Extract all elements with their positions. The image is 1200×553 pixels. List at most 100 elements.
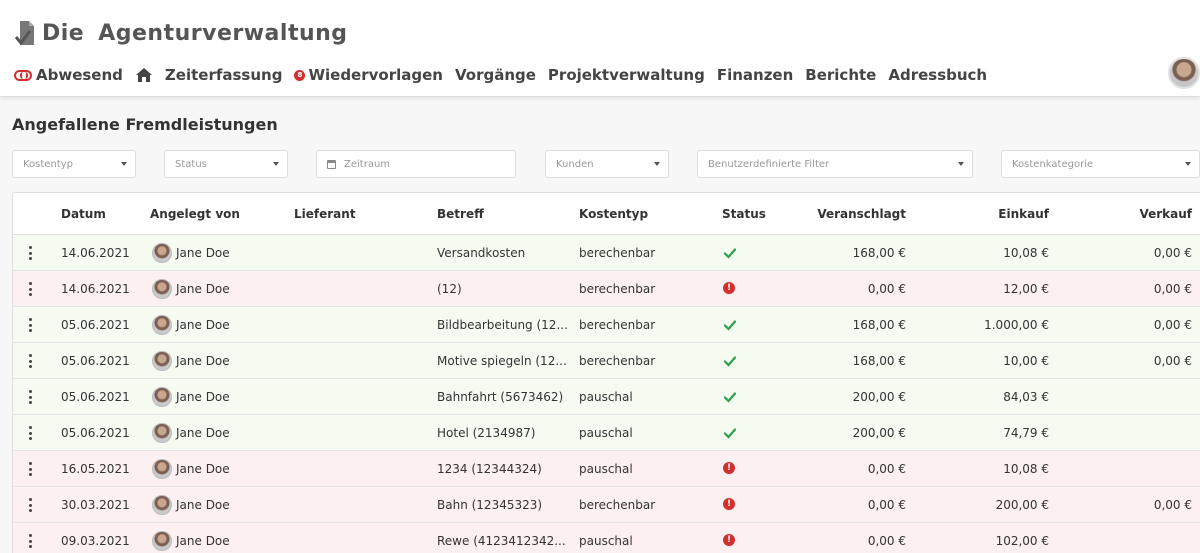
followups-badge: 8 xyxy=(294,69,306,81)
cell-einkauf: 74,79 € xyxy=(1003,426,1049,440)
col-status[interactable]: Status xyxy=(722,207,766,221)
cell-betreff: Rewe (4123412342... xyxy=(437,534,566,548)
col-veranschlagt[interactable]: Veranschlagt xyxy=(806,207,906,221)
nav-absent-label: Abwesend xyxy=(36,66,123,84)
nav-adressbuch-label: Adressbuch xyxy=(888,66,988,84)
user-name: Jane Doe xyxy=(176,498,230,512)
cell-kostentyp: berechenbar xyxy=(579,282,656,296)
vertical-dots-icon[interactable] xyxy=(28,534,32,548)
col-lieferant[interactable]: Lieferant xyxy=(294,207,356,221)
table-header: Datum Angelegt von Lieferant Betreff Kos… xyxy=(13,193,1200,235)
filter-zeitraum[interactable]: Zeitraum xyxy=(316,150,516,178)
home-icon xyxy=(135,68,152,82)
cell-datum: 09.03.2021 xyxy=(61,534,130,548)
nav-finanzen-label: Finanzen xyxy=(716,66,794,84)
cell-datum: 05.06.2021 xyxy=(61,318,130,332)
table-row[interactable]: 30.03.2021 Jane Doe Bahn (12345323) bereche… xyxy=(13,487,1200,523)
filter-kunden[interactable]: Kunden xyxy=(545,150,669,178)
nav-zeiterfassung-label: Zeiterfassung xyxy=(164,66,283,84)
table-row[interactable]: 05.06.2021 Jane Doe Bildbearbeitung (12...… xyxy=(13,307,1200,343)
col-datum[interactable]: Datum xyxy=(61,207,106,221)
app-title: Die Agenturverwaltung xyxy=(42,21,348,46)
col-kostentyp[interactable]: Kostentyp xyxy=(579,207,648,221)
exclamation-circle-icon: ! xyxy=(723,498,735,510)
user-name: Jane Doe xyxy=(176,318,230,332)
cell-kostentyp: berechenbar xyxy=(579,246,656,260)
vertical-dots-icon[interactable] xyxy=(28,498,32,512)
filter-kostenkategorie-label: Kostenkategorie xyxy=(1012,158,1094,170)
cell-einkauf: 84,03 € xyxy=(1003,390,1049,404)
cell-status xyxy=(723,425,737,439)
cell-kostentyp: berechenbar xyxy=(579,318,656,332)
cell-datum: 14.06.2021 xyxy=(61,282,130,296)
avatar xyxy=(152,495,172,515)
nav-home[interactable] xyxy=(135,67,153,83)
vertical-dots-icon[interactable] xyxy=(28,318,32,332)
nav-finanzen[interactable]: Finanzen xyxy=(717,66,793,84)
cell-status xyxy=(723,389,737,403)
cell-status xyxy=(723,245,737,259)
table-row[interactable]: 14.06.2021 Jane Doe Versandkosten berechenb… xyxy=(13,235,1200,271)
nav-absent[interactable]: Abwesend xyxy=(14,66,123,84)
vertical-dots-icon[interactable] xyxy=(28,282,32,296)
col-angelegt[interactable]: Angelegt von xyxy=(150,207,240,221)
logo-word-agenturverwaltung: Agenturverwaltung xyxy=(98,20,348,46)
filter-kostenkategorie[interactable]: Kostenkategorie xyxy=(1001,150,1200,178)
cell-veranschlagt: 200,00 € xyxy=(852,390,906,404)
toggle-icon xyxy=(14,69,32,81)
table-row[interactable]: 16.05.2021 Jane Doe 1234 (12344324) pauscha… xyxy=(13,451,1200,487)
user-avatar[interactable] xyxy=(1168,57,1200,89)
table-row[interactable]: 09.03.2021 Jane Doe Rewe (4123412342... pau… xyxy=(13,523,1200,553)
cell-status: ! xyxy=(723,533,737,547)
checkmark-icon xyxy=(723,356,737,367)
avatar xyxy=(152,423,172,443)
col-verkauf[interactable]: Verkauf xyxy=(1092,207,1192,221)
nav-zeiterfassung[interactable]: Zeiterfassung xyxy=(165,66,283,84)
vertical-dots-icon[interactable] xyxy=(28,462,32,476)
nav-adressbuch[interactable]: Adressbuch xyxy=(888,66,987,84)
nav-vorgaenge[interactable]: Vorgänge xyxy=(455,66,536,84)
cell-kostentyp: pauschal xyxy=(579,390,633,404)
cell-einkauf: 1.000,00 € xyxy=(984,318,1049,332)
cell-status: ! xyxy=(723,497,737,511)
user-name: Jane Doe xyxy=(176,426,230,440)
nav-wiedervorlagen[interactable]: 8 Wiedervorlagen xyxy=(294,66,443,84)
nav-projektverwaltung[interactable]: Projektverwaltung xyxy=(548,66,705,84)
filter-benutzerdefiniert-label: Benutzerdefinierte Filter xyxy=(708,158,830,170)
cell-angelegt: Jane Doe xyxy=(152,387,230,407)
col-betreff[interactable]: Betreff xyxy=(437,207,484,221)
vertical-dots-icon[interactable] xyxy=(28,246,32,260)
table-row[interactable]: 05.06.2021 Jane Doe Motive spiegeln (12...… xyxy=(13,343,1200,379)
chevron-down-icon xyxy=(958,162,964,166)
table-row[interactable]: 05.06.2021 Jane Doe Hotel (2134987) pauscha… xyxy=(13,415,1200,451)
filter-status[interactable]: Status xyxy=(164,150,288,178)
filter-kostentyp[interactable]: Kostentyp xyxy=(12,150,136,178)
page-title: Angefallene Fremdleistungen xyxy=(12,115,278,134)
cell-einkauf: 10,08 € xyxy=(1003,462,1049,476)
checkmark-icon xyxy=(723,248,737,259)
cell-einkauf: 10,08 € xyxy=(1003,246,1049,260)
filter-zeitraum-label: Zeitraum xyxy=(344,158,391,170)
user-name: Jane Doe xyxy=(176,462,230,476)
cell-veranschlagt: 168,00 € xyxy=(852,318,906,332)
app-header: Die Agenturverwaltung Abwesend Zeiterfass… xyxy=(0,0,1200,97)
table-row[interactable]: 05.06.2021 Jane Doe Bahnfahrt (5673462) pau… xyxy=(13,379,1200,415)
col-einkauf[interactable]: Einkauf xyxy=(949,207,1049,221)
nav-berichte-label: Berichte xyxy=(805,66,877,84)
chevron-down-icon xyxy=(273,162,279,166)
cell-verkauf: 0,00 € xyxy=(1153,282,1192,296)
exclamation-circle-icon: ! xyxy=(723,534,735,546)
app-logo[interactable]: Die Agenturverwaltung xyxy=(14,16,348,50)
vertical-dots-icon[interactable] xyxy=(28,354,32,368)
cell-betreff: Versandkosten xyxy=(437,246,526,260)
nav-berichte[interactable]: Berichte xyxy=(805,66,876,84)
cell-status xyxy=(723,353,737,367)
user-name: Jane Doe xyxy=(176,246,230,260)
filter-benutzerdefiniert[interactable]: Benutzerdefinierte Filter xyxy=(697,150,973,178)
table-row[interactable]: 14.06.2021 Jane Doe (12) berechenbar! 0,00 €… xyxy=(13,271,1200,307)
cell-status xyxy=(723,317,737,331)
vertical-dots-icon[interactable] xyxy=(28,390,32,404)
avatar xyxy=(152,243,172,263)
vertical-dots-icon[interactable] xyxy=(28,426,32,440)
cell-veranschlagt: 0,00 € xyxy=(867,498,906,512)
